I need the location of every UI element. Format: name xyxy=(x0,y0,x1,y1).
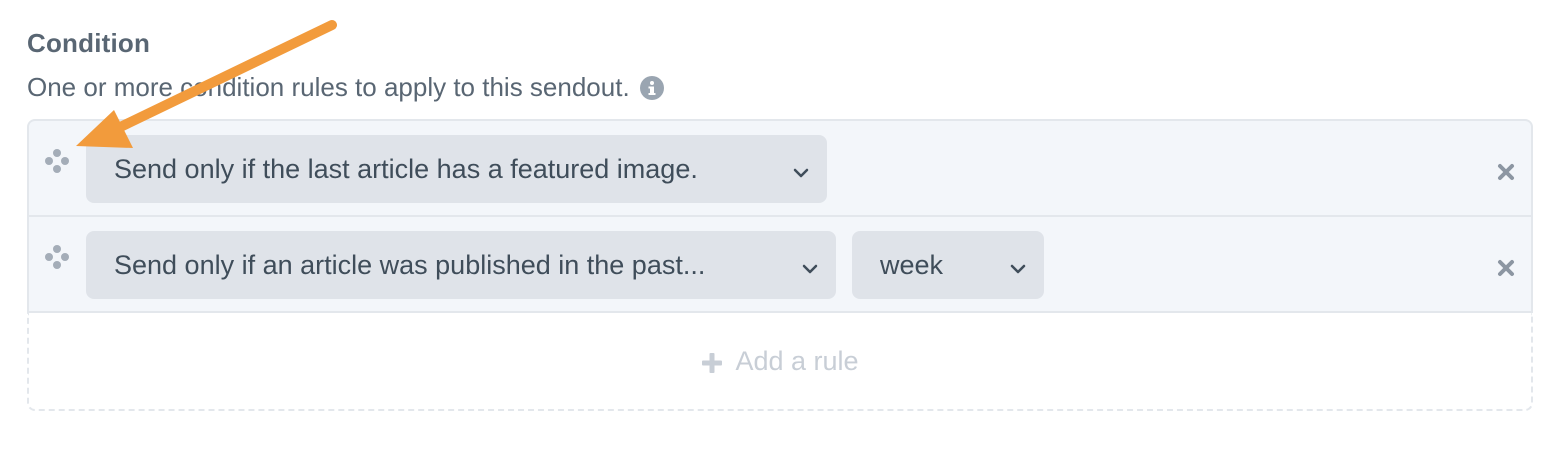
close-icon[interactable] xyxy=(1497,259,1515,277)
close-icon[interactable] xyxy=(1497,163,1515,181)
condition-select[interactable]: Send only if an article was published in… xyxy=(86,231,836,299)
chevron-down-icon xyxy=(800,255,820,275)
condition-field: Condition One or more condition rules to… xyxy=(0,0,1560,460)
field-heading: Condition xyxy=(27,28,151,58)
period-select[interactable]: week xyxy=(852,231,1044,299)
chevron-down-icon xyxy=(791,159,811,179)
condition-select-value: Send only if an article was published in… xyxy=(114,249,706,280)
condition-rules-list: Send only if the last article has a feat… xyxy=(27,119,1533,411)
period-select-value: week xyxy=(880,249,944,280)
drag-handle-icon[interactable] xyxy=(43,243,71,271)
condition-rule: Send only if an article was published in… xyxy=(27,215,1533,313)
field-instructions: One or more condition rules to apply to … xyxy=(27,72,664,103)
chevron-down-icon xyxy=(1008,255,1028,275)
add-rule-button[interactable]: Add a rule xyxy=(27,313,1533,411)
condition-select-value: Send only if the last article has a feat… xyxy=(114,153,698,184)
add-rule-label: Add a rule xyxy=(735,345,859,376)
condition-rule: Send only if the last article has a feat… xyxy=(27,119,1533,217)
drag-handle-icon[interactable] xyxy=(43,147,71,175)
plus-icon xyxy=(701,350,723,373)
instructions-text: One or more condition rules to apply to … xyxy=(27,72,630,102)
info-circle-icon[interactable] xyxy=(639,75,664,100)
condition-select[interactable]: Send only if the last article has a feat… xyxy=(86,135,827,203)
